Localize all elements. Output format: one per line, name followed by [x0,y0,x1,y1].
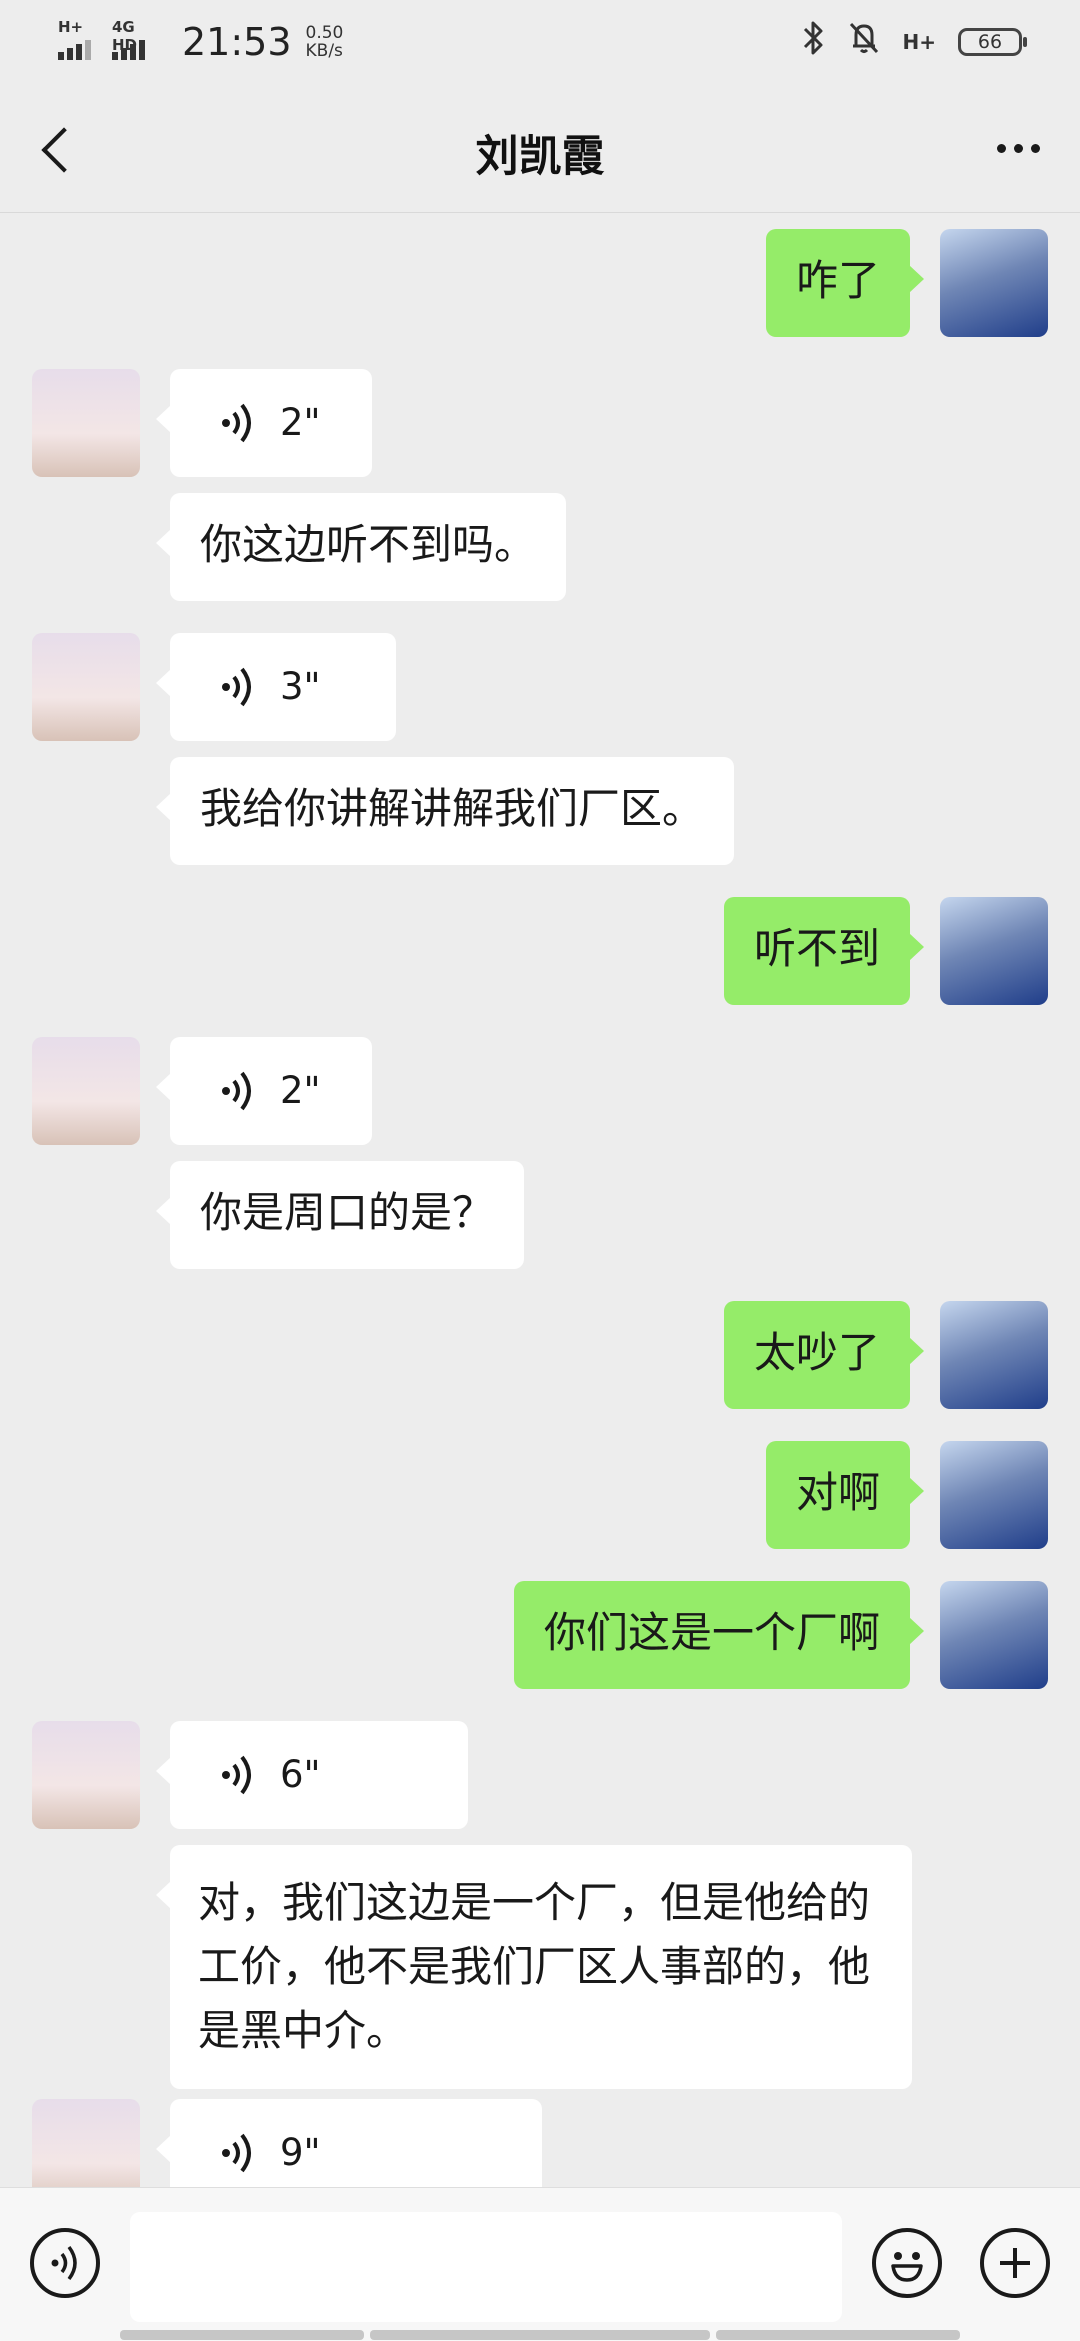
more-options-button[interactable] [986,120,1050,176]
my-avatar[interactable] [940,1301,1048,1409]
message-bubble-sent[interactable]: 对啊 [765,1441,925,1549]
message-bubble-received[interactable]: 你是周口的是？ [155,1161,525,1269]
clock: 21:53 [182,20,292,64]
message-bubble-sent[interactable]: 太吵了 [723,1301,925,1409]
contact-avatar[interactable] [32,1037,140,1145]
network-speed: 0.50 KB/s [306,24,344,60]
voice-message[interactable]: 3" [156,633,396,741]
speed-value: 0.50 [305,23,344,43]
voice-wave-icon [222,2133,251,2173]
gesture-bar [370,2330,710,2340]
voice-duration: 9" [280,2131,321,2174]
signal-icon: H+ [58,18,102,64]
message-bubble-sent[interactable]: 咋了 [765,229,925,337]
my-avatar[interactable] [940,229,1048,337]
voice-wave-icon [222,1755,251,1795]
voice-input-icon[interactable] [30,2228,100,2298]
message-bubble-received[interactable]: 你这边听不到吗。 [155,493,567,601]
message-bubble-sent[interactable]: 听不到 [723,897,925,1005]
voice-message[interactable]: 2" [156,1037,372,1145]
bluetooth-icon [801,20,825,64]
gesture-bar [120,2330,364,2340]
contact-avatar[interactable] [32,369,140,477]
voice-wave-icon [222,667,251,707]
contact-avatar[interactable] [32,633,140,741]
signal-icon-2: 4G HD [112,18,162,64]
voice-duration: 2" [280,401,321,444]
bell-off-icon [847,20,881,64]
voice-wave-icon [222,1071,251,1111]
voice-wave-icon [222,403,251,443]
contact-avatar[interactable] [32,1721,140,1829]
my-avatar[interactable] [940,1581,1048,1689]
network-type-1: H+ [58,18,84,36]
message-bubble-received[interactable]: 对，我们这边是一个厂，但是他给的工价，他不是我们厂区人事部的，他是黑中介。 [156,1845,912,2089]
message-bubble-received[interactable]: 我给你讲解讲解我们厂区。 [155,757,735,865]
message-bubble-sent[interactable]: 你们这是一个厂啊 [513,1581,925,1689]
voice-message[interactable]: 2" [156,369,372,477]
network-type-3: H+ [902,30,937,54]
voice-duration: 6" [280,1753,321,1796]
gesture-bar [716,2330,960,2340]
speed-unit: KB/s [305,41,343,61]
chat-header: 刘凯霞 [0,84,1080,213]
emoji-icon[interactable] [872,2228,942,2298]
plus-icon[interactable] [980,2228,1050,2298]
my-avatar[interactable] [940,897,1048,1005]
my-avatar[interactable] [940,1441,1048,1549]
status-bar: H+ 4G HD 21:53 0.50 KB/s H+ 66 [0,0,1080,84]
chat-title: 刘凯霞 [475,132,605,182]
voice-duration: 2" [280,1069,321,1112]
battery-indicator: 66 [958,28,1027,56]
message-input[interactable] [130,2212,842,2322]
voice-duration: 3" [280,665,321,708]
voice-message[interactable]: 6" [156,1721,468,1829]
